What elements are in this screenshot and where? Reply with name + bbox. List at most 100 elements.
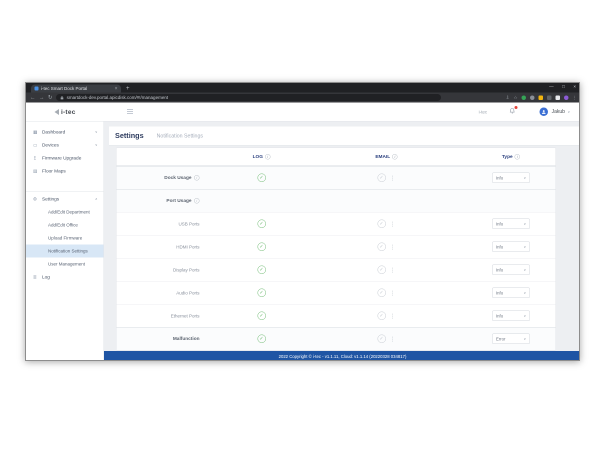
app-root: i-tec i-tec xyxy=(26,103,580,362)
email-check-icon[interactable]: ✓ xyxy=(377,335,386,344)
chevron-down-icon: ∨ xyxy=(523,245,526,249)
sidebar-item-settings[interactable]: ⚙ Settings ∧ xyxy=(26,193,104,206)
tab-close-icon[interactable]: × xyxy=(115,86,118,92)
notifications-bell-icon[interactable] xyxy=(509,107,516,116)
column-header-type: Type i xyxy=(467,154,556,160)
type-select[interactable]: Error ∨ xyxy=(492,334,530,345)
table-row-port-usage: Port Usage i xyxy=(117,189,556,212)
email-options-kebab-icon[interactable]: ⋮ xyxy=(390,289,396,296)
type-select-value: Info xyxy=(496,290,523,295)
table-header-row: LOG i EMAIL i Type i xyxy=(117,148,556,166)
chevron-down-icon: ∨ xyxy=(523,291,526,295)
email-check-icon[interactable]: ✓ xyxy=(377,312,386,321)
new-tab-button[interactable]: + xyxy=(126,85,130,92)
browser-tab[interactable]: i-tec Smart Dock Portal × xyxy=(31,85,121,93)
copyright-text: 2022 Copyright © i-tec - v1.1.11, Cloud:… xyxy=(279,354,407,359)
log-check-icon[interactable]: ✓ xyxy=(257,243,266,252)
sidebar-item-devices[interactable]: ▭ Devices ∨ xyxy=(26,139,104,152)
email-options-kebab-icon[interactable]: ⋮ xyxy=(390,335,396,342)
type-select[interactable]: Info ∨ xyxy=(492,219,530,230)
refresh-icon[interactable]: ↻ xyxy=(48,95,53,101)
window-maximize-button[interactable]: □ xyxy=(562,84,565,89)
sidebar-item-firmware-upgrade[interactable]: ↥ Firmware Upgrade xyxy=(26,152,104,165)
log-check-icon[interactable]: ✓ xyxy=(257,266,266,275)
firmware-upgrade-icon: ↥ xyxy=(33,155,42,161)
email-options-kebab-icon[interactable]: ⋮ xyxy=(390,174,396,181)
app-footer: 2022 Copyright © i-tec - v1.1.11, Cloud:… xyxy=(104,351,580,361)
bookmark-star-icon[interactable]: ☆ xyxy=(513,95,517,101)
chevron-icon: ∧ xyxy=(95,197,98,201)
sidebar-item-label: Notification Settings xyxy=(48,249,88,254)
extension-icon[interactable] xyxy=(556,95,561,100)
forward-icon[interactable]: → xyxy=(39,95,45,101)
email-check-icon[interactable]: ✓ xyxy=(377,266,386,275)
type-select[interactable]: Info ∨ xyxy=(492,265,530,276)
sidebar-item-label: Firmware Upgrade xyxy=(42,155,81,161)
email-options-kebab-icon[interactable]: ⋮ xyxy=(390,220,396,227)
table-row-dock-usage: Dock Usage i ✓ ✓ ⋮ Info ∨ xyxy=(117,166,556,189)
column-header-email: EMAIL i xyxy=(307,154,467,160)
type-select-value: Info xyxy=(496,221,523,226)
info-icon[interactable]: i xyxy=(265,154,271,160)
sidebar-item-dashboard[interactable]: ▦ Dashboard ∨ xyxy=(26,126,104,139)
sidebar-item-add-edit-office[interactable]: Add/Edit Office xyxy=(26,219,104,232)
type-select-value: Info xyxy=(496,313,523,318)
page-title: Settings xyxy=(115,132,144,140)
type-select[interactable]: Info ∨ xyxy=(492,173,530,184)
chevron-down-icon: ∨ xyxy=(567,110,570,114)
table-row-hdmi-ports: HDMI Ports ✓ ✓ ⋮ Info ∨ xyxy=(117,235,556,258)
type-select[interactable]: Info ∨ xyxy=(492,288,530,299)
main-content: Settings Notification Settings LOG i xyxy=(104,122,580,362)
email-options-kebab-icon[interactable]: ⋮ xyxy=(390,266,396,273)
row-label: Malfunction xyxy=(173,336,200,342)
profile-avatar-icon[interactable] xyxy=(564,95,569,100)
email-check-icon[interactable]: ✓ xyxy=(377,243,386,252)
content-area: LOG i EMAIL i Type i xyxy=(104,146,580,352)
log-check-icon[interactable]: ✓ xyxy=(257,174,266,183)
sidebar-item-notification-settings[interactable]: Notification Settings xyxy=(26,245,104,258)
sidebar-item-label: Settings xyxy=(42,196,59,202)
browser-menu-icon[interactable]: ⋮ xyxy=(573,95,578,101)
info-icon[interactable]: i xyxy=(194,175,200,181)
info-icon[interactable]: i xyxy=(515,154,521,160)
sidebar-item-floor-maps[interactable]: ▤ Floor Maps xyxy=(26,165,104,178)
info-icon[interactable]: i xyxy=(392,154,398,160)
extension-icon[interactable] xyxy=(522,95,527,100)
email-check-icon[interactable]: ✓ xyxy=(377,220,386,229)
download-icon[interactable]: ⇩ xyxy=(506,95,510,101)
sidebar-item-label: Upload Firmware xyxy=(48,236,82,241)
devices-icon: ▭ xyxy=(33,142,42,148)
type-select-value: Info xyxy=(496,244,523,249)
sidebar: ▦ Dashboard ∨ ▭ Devices ∨ ↥ Firmware Upg… xyxy=(26,122,104,362)
row-label: Dock Usage xyxy=(164,175,191,181)
address-bar[interactable]: smartdock-dev.portal.apicdisk.com/#!/man… xyxy=(56,94,441,101)
user-menu[interactable]: Jakub xyxy=(552,109,565,115)
email-options-kebab-icon[interactable]: ⋮ xyxy=(390,243,396,250)
type-select[interactable]: Info ∨ xyxy=(492,242,530,253)
page-subtitle: Notification Settings xyxy=(157,133,203,139)
type-select[interactable]: Info ∨ xyxy=(492,311,530,322)
user-avatar[interactable] xyxy=(540,108,549,117)
table-row-malfunction: Malfunction ✓ ✓ ⋮ Error ∨ xyxy=(117,327,556,350)
sidebar-item-upload-firmware[interactable]: Upload Firmware xyxy=(26,232,104,245)
extension-icon[interactable] xyxy=(530,95,535,100)
log-check-icon[interactable]: ✓ xyxy=(257,220,266,229)
sidebar-item-add-edit-department[interactable]: Add/Edit Department xyxy=(26,206,104,219)
extension-icon[interactable] xyxy=(547,95,552,100)
sidebar-item-user-management[interactable]: User Management xyxy=(26,258,104,271)
extension-icon[interactable] xyxy=(539,95,544,100)
sidebar-item-log[interactable]: ≣ Log xyxy=(26,271,104,284)
log-check-icon[interactable]: ✓ xyxy=(257,312,266,321)
email-check-icon[interactable]: ✓ xyxy=(377,289,386,298)
back-icon[interactable]: ← xyxy=(30,95,36,101)
email-options-kebab-icon[interactable]: ⋮ xyxy=(390,312,396,319)
email-check-icon[interactable]: ✓ xyxy=(377,174,386,183)
type-select-value: Info xyxy=(496,175,523,180)
window-minimize-button[interactable]: — xyxy=(549,84,554,89)
window-close-button[interactable]: × xyxy=(573,84,576,89)
logo-arrow-icon xyxy=(54,109,59,115)
log-check-icon[interactable]: ✓ xyxy=(257,289,266,298)
sidebar-toggle-icon[interactable] xyxy=(127,109,133,114)
log-check-icon[interactable]: ✓ xyxy=(257,335,266,344)
info-icon[interactable]: i xyxy=(194,198,200,204)
